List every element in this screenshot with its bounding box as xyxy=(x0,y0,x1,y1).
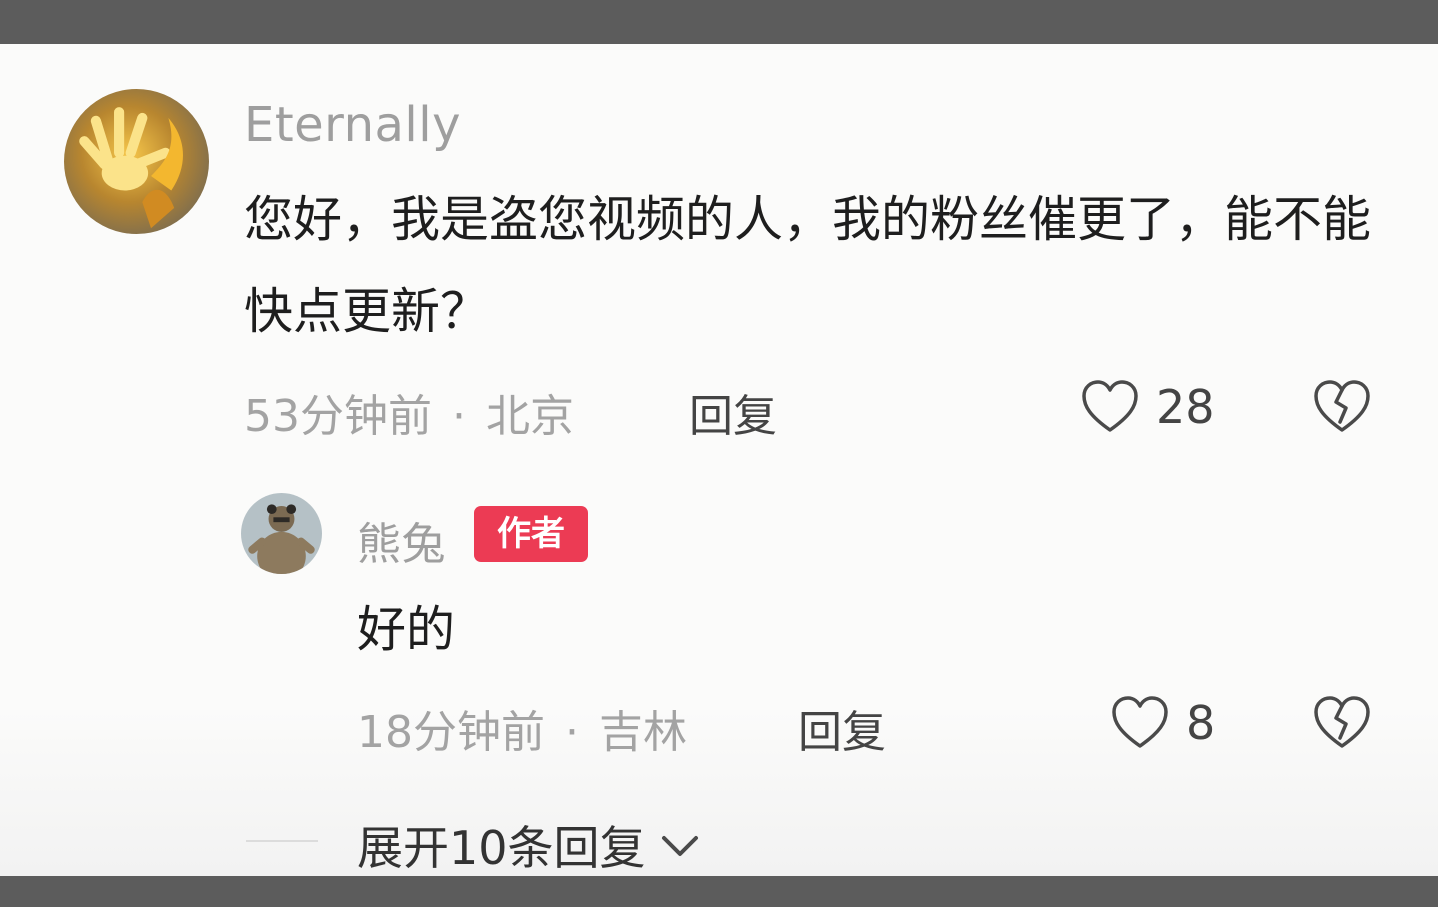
comment-meta: 53分钟前 · 北京 xyxy=(244,380,574,444)
author-badge: 作者 xyxy=(474,506,588,562)
expand-replies-label: 展开10条回复 xyxy=(357,821,646,875)
comment-username[interactable]: Eternally xyxy=(244,97,461,153)
reply-button[interactable]: 回复 xyxy=(798,696,886,760)
reply-location: 吉林 xyxy=(599,707,687,758)
reply-button[interactable]: 回复 xyxy=(689,380,777,444)
like-count: 8 xyxy=(1186,696,1216,750)
reply-meta: 18分钟前 · 吉林 xyxy=(357,696,687,760)
comment-text: 您好，我是盗您视频的人，我的粉丝催更了，能不能快点更新？ xyxy=(244,191,1372,340)
broken-heart-icon[interactable] xyxy=(1312,694,1372,750)
top-frame-bar xyxy=(0,0,1438,44)
avatar[interactable] xyxy=(241,493,322,574)
separator-dot: · xyxy=(452,391,466,442)
heart-outline-icon[interactable] xyxy=(1080,378,1140,434)
separator-dot: · xyxy=(565,707,579,758)
reply-time: 18分钟前 xyxy=(357,707,545,758)
reply-username[interactable]: 熊兔 xyxy=(357,508,446,572)
chevron-down-icon xyxy=(658,830,702,860)
broken-heart-icon[interactable] xyxy=(1312,378,1372,434)
bottom-frame-bar xyxy=(0,876,1438,907)
flame-hand-avatar-image xyxy=(64,89,209,234)
expand-divider-line xyxy=(246,840,318,842)
like-count: 28 xyxy=(1156,380,1215,434)
reply-text: 好的 xyxy=(357,601,456,658)
comment-time: 53分钟前 xyxy=(244,391,432,442)
comment-panel: Eternally 您好，我是盗您视频的人，我的粉丝催更了，能不能快点更新？ 5… xyxy=(0,44,1438,876)
heart-outline-icon[interactable] xyxy=(1110,694,1170,750)
comment-location: 北京 xyxy=(486,391,574,442)
avatar[interactable] xyxy=(64,89,209,234)
expand-replies-button[interactable]: 展开10条回复 xyxy=(357,812,702,876)
bear-avatar-image xyxy=(241,493,322,574)
